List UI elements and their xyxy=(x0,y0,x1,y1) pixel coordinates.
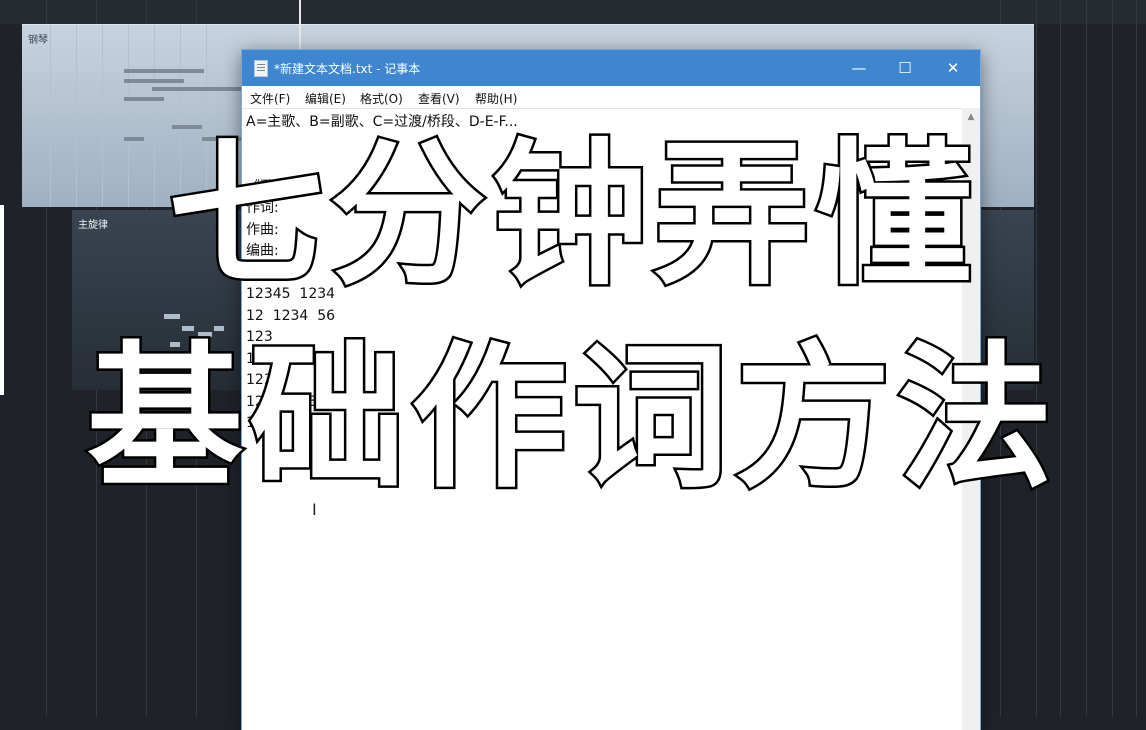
close-button[interactable]: ✕ xyxy=(930,50,976,86)
daw-ruler xyxy=(0,0,1146,24)
window-title: *新建文本文档.txt - 记事本 xyxy=(274,62,421,76)
minimize-button[interactable]: — xyxy=(836,50,882,86)
midi-note xyxy=(164,314,180,319)
menu-help[interactable]: 帮助(H) xyxy=(475,90,517,107)
notepad-app-icon[interactable] xyxy=(254,60,268,77)
scroll-up-icon[interactable]: ▲ xyxy=(962,112,980,122)
midi-note xyxy=(124,69,204,73)
menu-format[interactable]: 格式(O) xyxy=(360,90,403,107)
midi-note xyxy=(124,97,164,101)
menu-file[interactable]: 文件(F) xyxy=(250,90,290,107)
midi-note xyxy=(152,87,242,91)
text-line: 12 1234 56 xyxy=(246,307,336,324)
midi-note xyxy=(124,79,184,83)
menu-view[interactable]: 查看(V) xyxy=(418,90,460,107)
overlay-title-line1: 七分钟弄懂 xyxy=(166,124,978,306)
notepad-titlebar[interactable]: *新建文本文档.txt - 记事本 — ☐ ✕ xyxy=(242,50,980,86)
track-piano-label: 钢琴 xyxy=(28,35,48,46)
menu-edit[interactable]: 编辑(E) xyxy=(305,90,346,107)
overlay-title-line2: 基础作词方法 xyxy=(85,326,1059,511)
maximize-button[interactable]: ☐ xyxy=(882,50,928,86)
menu-bar: 文件(F) 编辑(E) 格式(O) 查看(V) 帮助(H) xyxy=(242,86,980,109)
